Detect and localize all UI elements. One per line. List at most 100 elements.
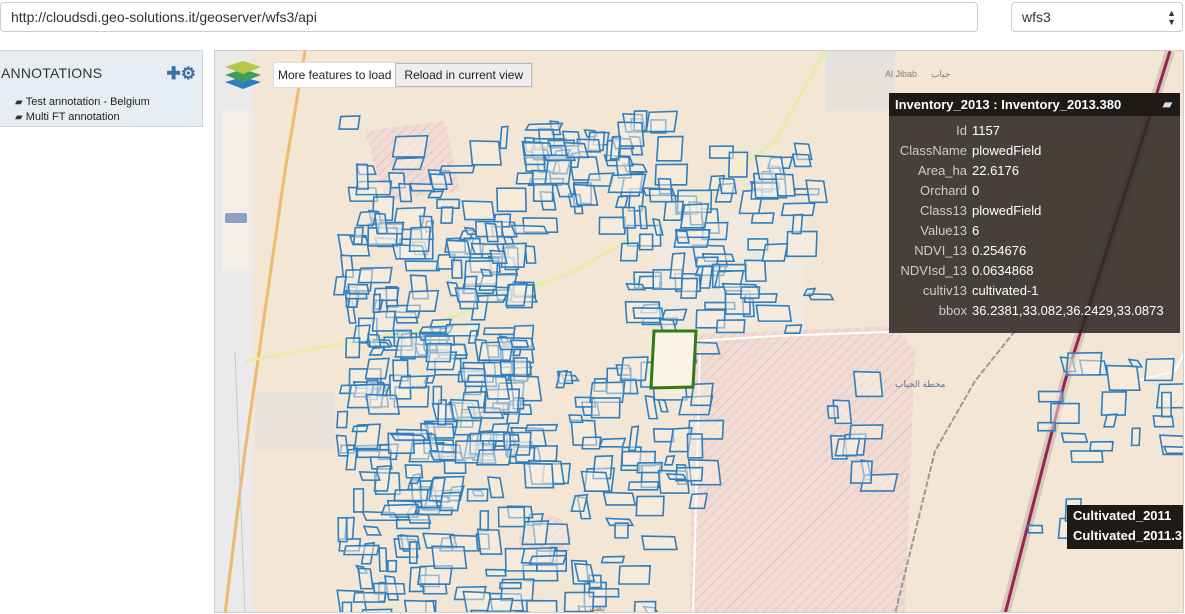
parcel-shape	[355, 210, 378, 227]
popup-row-value: 1157	[972, 122, 1000, 138]
parcel-shape	[635, 495, 665, 517]
parcel-shape	[393, 488, 429, 502]
parcel-shape	[618, 564, 651, 585]
map-label: محطة الجباب	[895, 379, 946, 389]
parcel-shape	[590, 397, 621, 419]
annotation-tools: ✚⚙	[167, 64, 197, 84]
popup-row-key: NDVIsd_13	[900, 262, 967, 278]
parcel-shape	[528, 554, 568, 565]
parcel-shape	[522, 141, 553, 157]
parcel-shape	[372, 293, 381, 314]
popup-title: Inventory_2013 : Inventory_2013.380 ▰	[889, 93, 1180, 116]
parcel-shape	[476, 528, 503, 555]
parcel-shape	[602, 491, 637, 506]
popup-row-value: 22.6176	[972, 162, 1019, 178]
parcel-shape	[633, 600, 657, 612]
parcel-shape	[497, 506, 526, 528]
urban-grey	[255, 391, 335, 451]
parcel-shape	[490, 423, 510, 433]
parcel-shape	[427, 190, 445, 199]
parcel-shape	[580, 470, 611, 493]
map-control-button[interactable]	[225, 213, 247, 223]
parcel-shape	[357, 567, 374, 590]
parcel-shape	[336, 410, 349, 429]
parcel-shape	[600, 555, 626, 564]
parcel-shape	[406, 513, 432, 524]
parcel-shape	[454, 287, 480, 303]
parcel-shape	[389, 433, 428, 441]
parcel-shape	[632, 307, 664, 320]
reload-button[interactable]: Reload in current view	[395, 63, 533, 87]
parcel-shape	[489, 249, 508, 265]
parcel-shape	[663, 455, 676, 466]
annotation-item-label: Multi FT annotation	[25, 111, 120, 123]
parcel-shape	[609, 135, 622, 160]
map-viewport[interactable]: More features to load Reload in current …	[214, 50, 1184, 613]
parcel-shape	[805, 179, 828, 204]
parcel-shape	[479, 431, 506, 442]
parcel-shape	[1050, 402, 1080, 424]
parcel-shape	[625, 282, 647, 291]
parcel-shape	[351, 424, 369, 433]
parcel-shape	[352, 226, 364, 245]
parcel-shape	[718, 177, 738, 195]
popup-row-key: cultiv13	[922, 282, 967, 298]
parcel-shape	[532, 445, 559, 462]
parcel-shape	[699, 264, 714, 289]
parcel-shape	[357, 266, 393, 284]
parcel-shape	[715, 319, 746, 334]
parcel-shape	[607, 173, 647, 194]
map-label: جباب	[931, 69, 951, 79]
parcel-shape	[364, 357, 390, 380]
popup-row-key: Value13	[920, 222, 967, 238]
gear-icon[interactable]: ⚙	[181, 64, 196, 83]
parcel-shape	[499, 125, 509, 150]
parcel-shape	[614, 195, 629, 209]
parcel-shape	[335, 434, 349, 457]
popup-row: cultiv13 cultivated-1	[889, 280, 1180, 300]
parcel-shape	[669, 252, 686, 280]
popup-row: NDVI_13 0.254676	[889, 240, 1180, 260]
popup-row-key: ClassName	[899, 142, 967, 158]
parcel-shape	[834, 437, 861, 457]
annotation-item[interactable]: ▰ Test annotation - Belgium	[15, 96, 150, 108]
annotation-item[interactable]: ▰ Multi FT annotation	[15, 111, 120, 123]
parcel-shape	[486, 597, 514, 612]
service-select[interactable]: wfs3 ▲ ▼	[1011, 2, 1183, 32]
parcel-shape	[1152, 415, 1175, 428]
parcel-shape	[404, 464, 424, 479]
tooltip-line: Cultivated_2011	[1073, 508, 1172, 523]
parcel-shape	[791, 153, 812, 168]
parcel-shape	[1103, 413, 1118, 428]
parcel-shape	[785, 230, 818, 258]
parcel-shape	[361, 608, 393, 612]
url-input[interactable]	[0, 2, 978, 32]
parcel-shape	[1162, 445, 1183, 455]
parcel-shape	[343, 544, 380, 556]
parcel-shape	[358, 470, 381, 481]
parcel-shape	[445, 239, 472, 259]
parcel-shape	[391, 156, 426, 171]
parcel-shape	[826, 405, 840, 419]
comment-icon[interactable]: ▰	[1163, 97, 1172, 111]
parcel-shape	[614, 522, 629, 539]
parcel-shape	[755, 304, 793, 322]
comment-icon: ▰	[15, 96, 23, 108]
popup-row-value: plowedField	[972, 202, 1042, 218]
parcel-shape	[1105, 364, 1141, 392]
parcel-shape	[674, 229, 690, 244]
parcel-shape	[521, 520, 550, 546]
parcel-shape	[515, 172, 535, 185]
map-label: بصير	[587, 603, 605, 613]
popup-row-key: NDVI_13	[914, 242, 967, 258]
selected-parcel	[649, 329, 698, 390]
parcel-shape	[727, 151, 749, 178]
tooltip-line: Cultivated_2011.3	[1073, 528, 1183, 543]
parcel-shape	[1161, 391, 1172, 418]
popup-row-key: Orchard	[920, 182, 967, 198]
popup-row: Id 1157	[889, 120, 1180, 140]
parcel-shape	[474, 294, 508, 303]
parcel-shape	[688, 492, 708, 510]
popup-row: ClassName plowedField	[889, 140, 1180, 160]
add-icon[interactable]: ✚	[167, 64, 181, 83]
